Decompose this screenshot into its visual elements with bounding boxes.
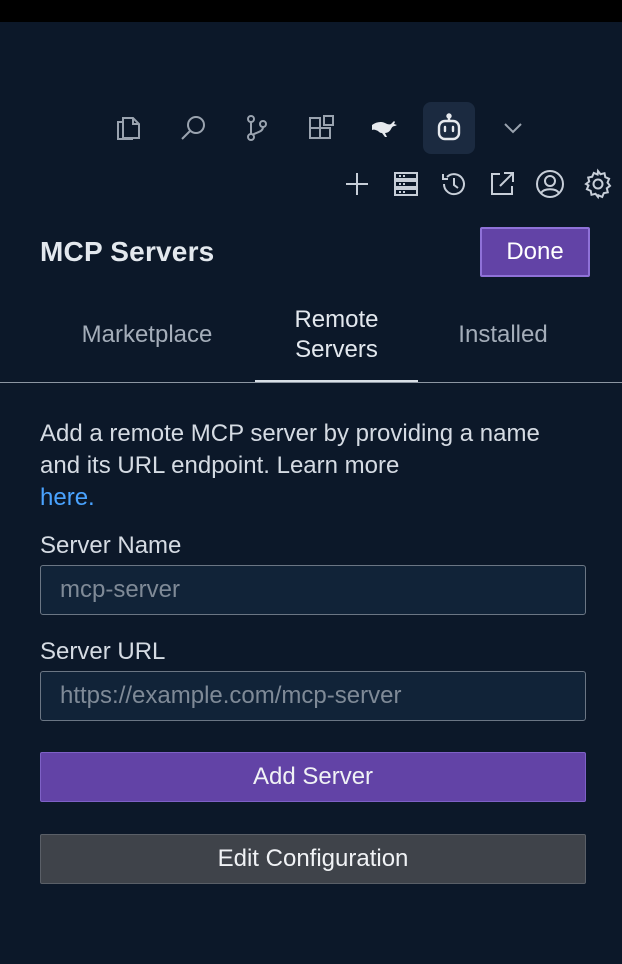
- server-name-input[interactable]: [40, 565, 586, 615]
- server-url-label: Server URL: [40, 638, 166, 665]
- description-text: Add a remote MCP server by providing a n…: [40, 420, 540, 479]
- open-external-icon[interactable]: [482, 164, 522, 204]
- panel-toolbar: [0, 164, 622, 204]
- learn-more-link[interactable]: here.: [40, 484, 95, 511]
- search-icon[interactable]: [167, 102, 219, 154]
- explorer-icon[interactable]: [102, 102, 154, 154]
- tab-bar: Marketplace Remote Servers Installed: [0, 300, 622, 384]
- plus-icon[interactable]: [337, 164, 377, 204]
- robot-icon[interactable]: [423, 102, 475, 154]
- history-icon[interactable]: [434, 164, 474, 204]
- window-top-strip: [0, 0, 622, 22]
- server-stack-icon[interactable]: [386, 164, 426, 204]
- remote-description: Add a remote MCP server by providing a n…: [40, 418, 580, 514]
- edit-configuration-button[interactable]: Edit Configuration: [40, 834, 586, 884]
- source-control-icon[interactable]: [231, 102, 283, 154]
- account-icon[interactable]: [530, 164, 570, 204]
- kangaroo-icon[interactable]: [359, 102, 411, 154]
- server-url-input[interactable]: [40, 671, 586, 721]
- panel-title: MCP Servers: [40, 236, 215, 267]
- tab-installed[interactable]: Installed: [430, 320, 576, 350]
- activity-bar: [0, 102, 622, 154]
- server-name-label: Server Name: [40, 532, 182, 559]
- gear-icon[interactable]: [578, 164, 618, 204]
- extensions-icon[interactable]: [295, 102, 347, 154]
- tab-marketplace[interactable]: Marketplace: [60, 320, 234, 350]
- done-button[interactable]: Done: [480, 227, 590, 277]
- add-server-button[interactable]: Add Server: [40, 752, 586, 802]
- tabs-divider: [0, 382, 622, 383]
- chevron-down-icon[interactable]: [487, 102, 539, 154]
- tab-remote-servers[interactable]: Remote Servers: [255, 305, 418, 365]
